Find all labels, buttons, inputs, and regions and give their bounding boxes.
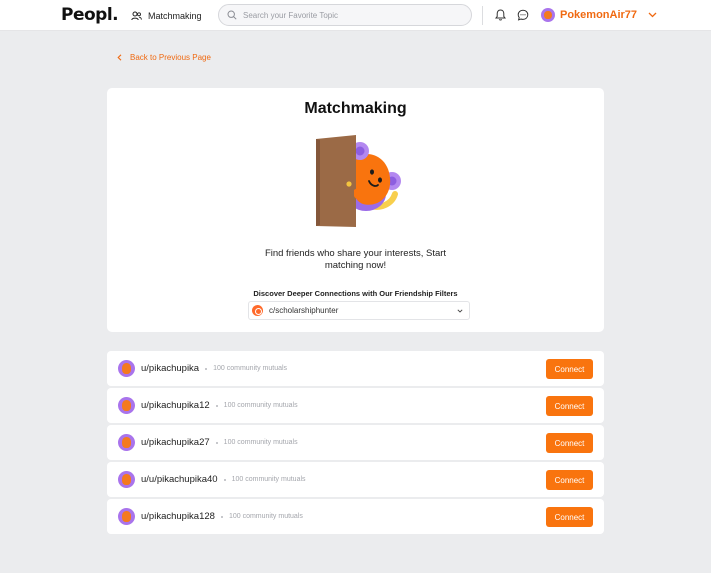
match-username[interactable]: u/pikachupika bbox=[141, 363, 199, 374]
app-logo[interactable]: Peopl. bbox=[61, 5, 119, 25]
user-avatar bbox=[541, 8, 555, 22]
bell-icon bbox=[494, 9, 506, 21]
search-icon bbox=[227, 10, 237, 20]
connect-button[interactable]: Connect bbox=[546, 433, 593, 453]
match-row: u/pikachupika 100 community mutuals Conn… bbox=[107, 351, 604, 386]
community-icon bbox=[252, 305, 263, 316]
match-avatar[interactable] bbox=[118, 360, 135, 377]
connect-button[interactable]: Connect bbox=[546, 396, 593, 416]
header-divider bbox=[482, 6, 483, 25]
match-row: u/pikachupika12 100 community mutuals Co… bbox=[107, 388, 604, 423]
connect-button[interactable]: Connect bbox=[546, 470, 593, 490]
nav-matchmaking[interactable]: Matchmaking bbox=[131, 8, 202, 23]
match-mutuals: 100 community mutuals bbox=[223, 439, 298, 446]
chat-bubble-icon bbox=[517, 9, 529, 21]
back-link-label: Back to Previous Page bbox=[130, 53, 211, 62]
chevron-down-icon bbox=[457, 308, 463, 313]
selected-community: c/scholarshiphunter bbox=[269, 306, 339, 315]
connect-button[interactable]: Connect bbox=[546, 507, 593, 527]
match-row: u/u/pikachupika40 100 community mutuals … bbox=[107, 462, 604, 497]
username-label: PokemonAir77 bbox=[560, 9, 638, 21]
match-avatar[interactable] bbox=[118, 508, 135, 525]
separator-dot bbox=[205, 367, 208, 370]
door-mascot-illustration bbox=[316, 135, 401, 227]
match-avatar[interactable] bbox=[118, 397, 135, 414]
match-avatar[interactable] bbox=[118, 471, 135, 488]
back-link[interactable]: Back to Previous Page bbox=[117, 53, 211, 62]
page-title: Matchmaking bbox=[304, 100, 407, 117]
match-row: u/pikachupika128 100 community mutuals C… bbox=[107, 499, 604, 534]
separator-dot bbox=[220, 515, 223, 518]
match-mutuals: 100 community mutuals bbox=[231, 476, 306, 483]
match-row: u/pikachupika27 100 community mutuals Co… bbox=[107, 425, 604, 460]
nav-matchmaking-label: Matchmaking bbox=[148, 10, 202, 21]
notifications-button[interactable] bbox=[493, 8, 507, 22]
hero-description: Find friends who share your interests, S… bbox=[264, 248, 447, 271]
user-menu[interactable]: PokemonAir77 bbox=[541, 7, 657, 23]
search-input[interactable] bbox=[243, 10, 453, 20]
separator-dot bbox=[215, 441, 218, 444]
match-mutuals: 100 community mutuals bbox=[223, 402, 298, 409]
match-avatar[interactable] bbox=[118, 434, 135, 451]
connect-button[interactable]: Connect bbox=[546, 359, 593, 379]
messages-button[interactable] bbox=[516, 8, 530, 22]
separator-dot bbox=[223, 478, 226, 481]
match-username[interactable]: u/pikachupika12 bbox=[141, 400, 210, 411]
matchmaking-hero-card: Matchmaking Find friends who share your … bbox=[107, 88, 604, 332]
match-mutuals: 100 community mutuals bbox=[213, 365, 288, 372]
match-username[interactable]: u/pikachupika128 bbox=[141, 511, 215, 522]
match-username[interactable]: u/u/pikachupika40 bbox=[141, 474, 218, 485]
filter-label: Discover Deeper Connections with Our Fri… bbox=[253, 289, 458, 298]
search-bar[interactable] bbox=[218, 4, 472, 26]
match-mutuals: 100 community mutuals bbox=[228, 513, 303, 520]
separator-dot bbox=[215, 404, 218, 407]
match-username[interactable]: u/pikachupika27 bbox=[141, 437, 210, 448]
community-filter-select[interactable]: c/scholarshiphunter bbox=[248, 301, 470, 320]
top-header: Peopl. Matchmaking PokemonAir77 bbox=[0, 0, 711, 31]
chevron-down-icon bbox=[648, 12, 657, 18]
users-icon bbox=[131, 11, 142, 20]
chevron-left-icon bbox=[117, 54, 122, 61]
